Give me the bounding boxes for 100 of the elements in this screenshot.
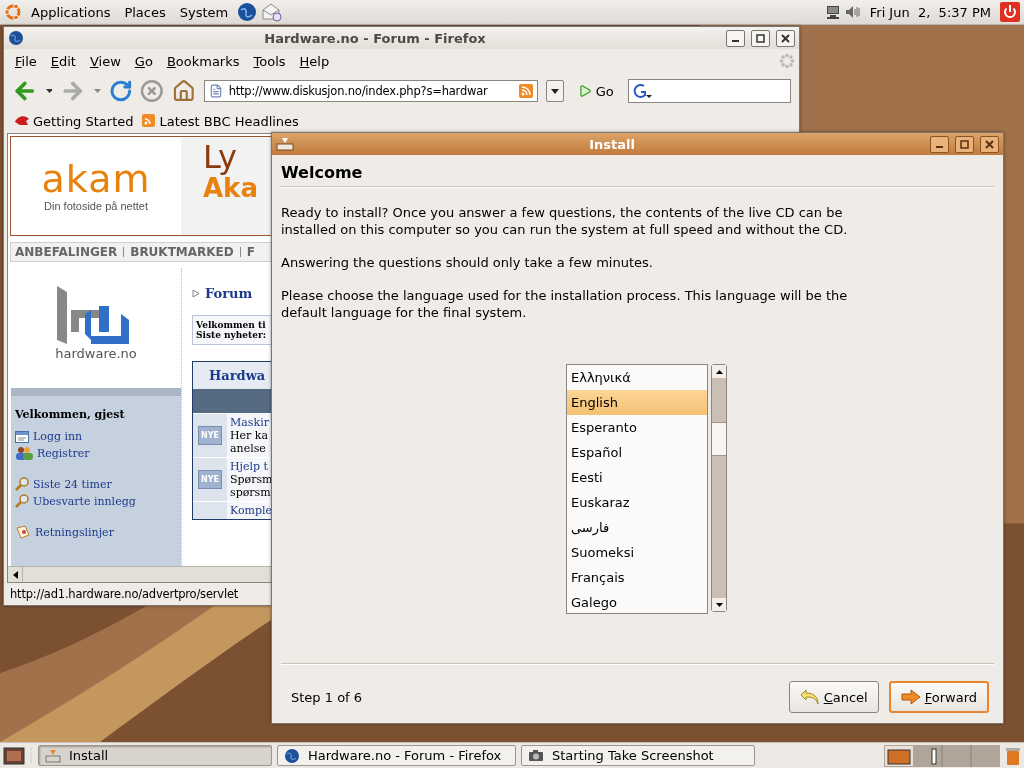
minimize-button[interactable] xyxy=(930,135,949,153)
scroll-left-icon[interactable] xyxy=(12,570,18,579)
window-title: Install xyxy=(588,136,636,152)
forum-description: spørsm xyxy=(230,486,271,499)
language-item[interactable]: Galego xyxy=(567,590,707,613)
menu-item[interactable]: Tools xyxy=(246,51,293,71)
globe-icon xyxy=(284,747,300,764)
scrollbar-thumb[interactable] xyxy=(712,422,726,456)
close-button[interactable] xyxy=(980,135,999,153)
welcome-text: Velkommen ti xyxy=(196,320,267,330)
scroll-up-icon[interactable] xyxy=(715,369,723,374)
language-item[interactable]: Esperanto xyxy=(567,415,707,440)
sidebar-link[interactable]: Logg inn xyxy=(15,430,177,443)
horizontal-scrollbar[interactable] xyxy=(8,566,274,582)
forward-button[interactable]: Forward xyxy=(888,681,989,713)
scroll-down-icon[interactable] xyxy=(715,602,723,607)
forum-link[interactable]: Maskir xyxy=(230,416,271,429)
magnifier-icon xyxy=(15,477,29,491)
language-item[interactable]: Français xyxy=(567,565,707,590)
forum-link[interactable]: Hjelp t xyxy=(230,460,271,473)
taskbar-button[interactable]: Install xyxy=(38,745,272,766)
globe-icon xyxy=(8,30,24,46)
greeting: Velkommen, gjest xyxy=(15,408,126,421)
maximize-button[interactable] xyxy=(955,135,974,153)
maximize-button[interactable] xyxy=(751,29,770,47)
sidebar-link[interactable]: Registrer xyxy=(15,446,177,460)
nav-link[interactable]: F xyxy=(239,247,261,257)
go-button[interactable]: Go xyxy=(571,83,620,99)
panel-menu[interactable]: Places xyxy=(119,2,171,22)
power-icon[interactable] xyxy=(1000,2,1020,22)
arrow-icon xyxy=(900,689,921,705)
panel-menu[interactable]: System xyxy=(174,2,234,22)
close-icon xyxy=(985,139,994,149)
panel-menu[interactable]: Applications xyxy=(26,2,116,22)
new-posts-icon: NYE xyxy=(198,426,222,445)
language-item[interactable]: Euskaraz xyxy=(567,490,707,515)
trash-icon[interactable] xyxy=(1005,745,1021,766)
menu-item[interactable]: Go xyxy=(127,51,160,71)
status-text: http://ad1.hardware.no/advertpro/servlet xyxy=(10,587,239,601)
advert-tagline: Din fotoside på nettet xyxy=(44,200,148,212)
menu-item[interactable]: File xyxy=(8,51,44,71)
minimize-icon xyxy=(936,146,943,148)
vertical-scrollbar[interactable] xyxy=(711,364,727,612)
mail-icon[interactable] xyxy=(261,2,284,22)
caret-icon[interactable] xyxy=(45,89,53,93)
language-item[interactable]: فارسی xyxy=(567,515,707,540)
forum-category-title[interactable]: Hardwa xyxy=(193,362,274,389)
sidebar-link[interactable]: Ubesvarte innlegg xyxy=(15,494,177,508)
language-item[interactable]: English xyxy=(567,390,707,415)
intro-paragraph: Answering the questions should only take a few minutes. xyxy=(281,254,654,271)
search-engine-icon[interactable] xyxy=(632,83,653,99)
clock[interactable]: Fri Jun 2, 5:37 PM xyxy=(864,2,996,22)
menu-item[interactable]: Bookmarks xyxy=(159,51,247,71)
form-icon xyxy=(15,430,29,443)
language-item[interactable]: Suomeksi xyxy=(567,540,707,565)
triangle-icon xyxy=(192,289,200,298)
maximize-icon xyxy=(756,33,765,43)
bookmark-icon xyxy=(14,114,30,128)
feed-icon[interactable] xyxy=(518,84,533,98)
menu-item[interactable]: Edit xyxy=(43,51,83,71)
language-item[interactable]: Español xyxy=(567,440,707,465)
minimize-button[interactable] xyxy=(726,29,745,47)
dropdown-button[interactable] xyxy=(545,80,564,102)
language-item[interactable]: Eesti xyxy=(567,465,707,490)
close-button[interactable] xyxy=(776,29,795,47)
globe-icon[interactable] xyxy=(237,2,258,22)
undo-icon xyxy=(799,688,820,706)
people-icon xyxy=(15,446,33,460)
home-icon[interactable] xyxy=(172,79,196,103)
reload-icon[interactable] xyxy=(108,79,133,103)
show-desktop-icon[interactable] xyxy=(3,745,25,766)
volume-icon[interactable] xyxy=(844,4,861,20)
site-name: hardware.no xyxy=(55,346,137,361)
taskbar-button[interactable]: Starting Take Screenshot xyxy=(521,745,755,766)
installer-icon xyxy=(276,137,294,151)
advert-headline: Ly xyxy=(203,141,238,173)
bookmark[interactable]: Latest BBC Headlines xyxy=(141,113,299,129)
cancel-button[interactable]: Cancel xyxy=(788,681,879,713)
workspace-switcher-icon[interactable] xyxy=(884,744,1000,767)
magnifier-icon xyxy=(15,494,29,508)
sidebar-link[interactable]: Siste 24 timer xyxy=(15,477,177,491)
network-icon[interactable] xyxy=(824,4,841,20)
address-field[interactable]: http://www.diskusjon.no/index.php?s=hardwar xyxy=(203,80,538,102)
welcome-text: Siste nyheter: xyxy=(196,330,267,340)
menu-item[interactable]: View xyxy=(82,51,128,71)
advert-logo: akam xyxy=(41,160,151,198)
throbber-icon xyxy=(779,53,795,69)
taskbar-button[interactable]: Hardware.no - Forum - Firefox xyxy=(277,745,516,766)
forum-link[interactable]: Komple xyxy=(230,504,271,517)
ubuntu-logo-icon[interactable] xyxy=(4,3,22,21)
sidebar-link[interactable]: Retningslinjer xyxy=(15,525,177,539)
stop-icon[interactable] xyxy=(140,79,165,103)
search-field[interactable] xyxy=(627,79,791,103)
nav-link[interactable]: BRUKTMARKED xyxy=(123,247,240,257)
bookmark[interactable]: Getting Started xyxy=(14,113,134,129)
intro-paragraph: Ready to install? Once you answer a few questions, the contents of the live CD can be installed on this computer so you can run the system at full speed and without the CD. xyxy=(281,204,849,238)
nav-link[interactable]: ANBEFALINGER xyxy=(11,247,124,257)
language-item[interactable]: Ελληνικά xyxy=(567,365,707,390)
advert-banner[interactable]: akam Din fotoside på nettet Ly Aka xyxy=(10,136,273,236)
menu-item[interactable]: Help xyxy=(292,51,337,71)
